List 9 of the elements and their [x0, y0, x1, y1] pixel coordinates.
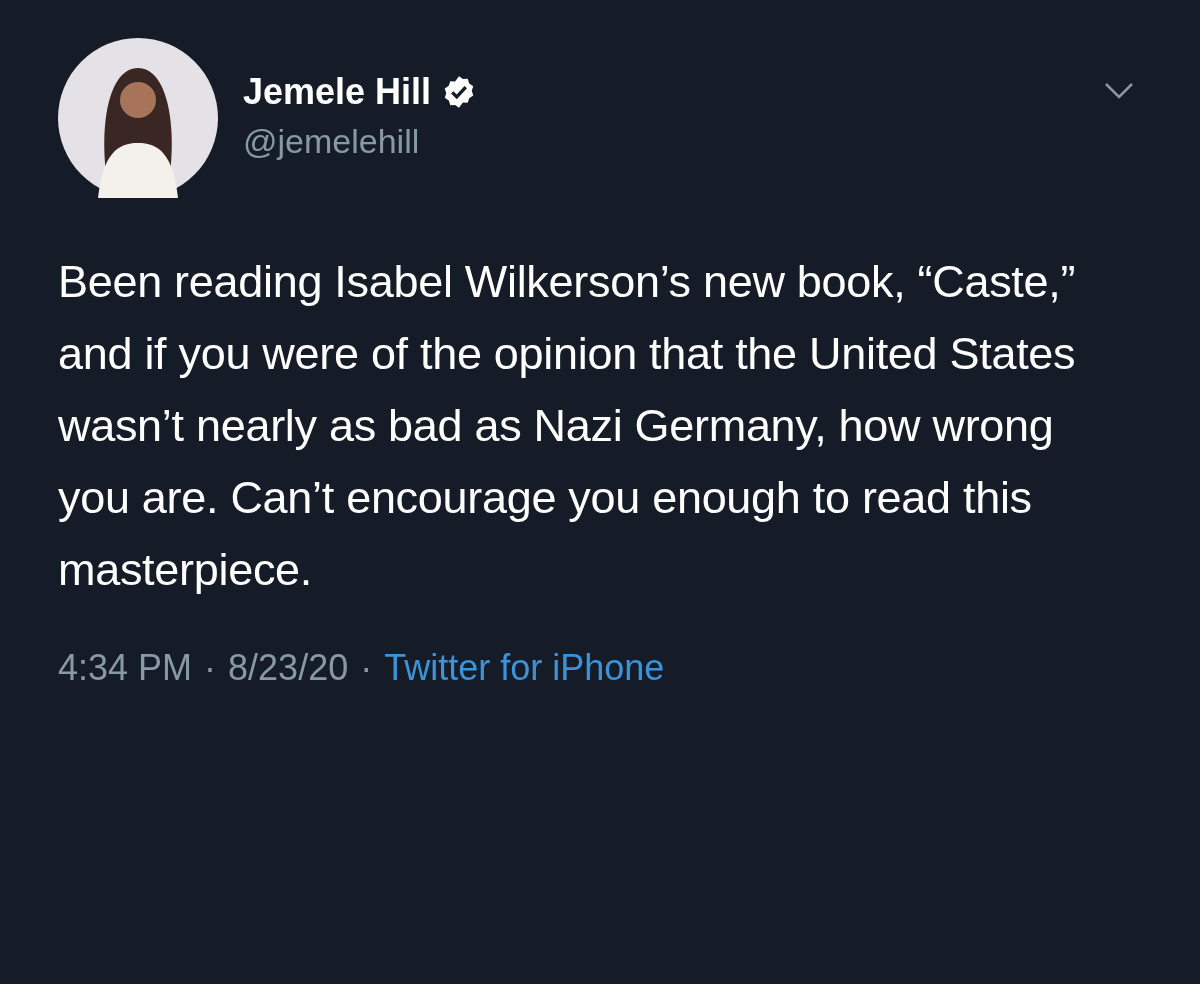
author-name[interactable]: Jemele Hill: [243, 70, 432, 114]
timestamp: 8/23/20: [228, 646, 349, 690]
author-handle[interactable]: @jemelehill: [243, 120, 1079, 162]
tweet-text: Been reading Isabel Wilkerson’s new book, “Caste,” and if you were of the opinion that the United States wasn’t nearly as bad as Nazi Germany, how wrong you are. Can’t encourage you enough to read this masterpiece.: [58, 255, 1077, 597]
separator: ·: [204, 646, 217, 690]
chevron-down-icon[interactable]: [1104, 82, 1134, 100]
separator: ·: [360, 646, 373, 690]
source-link[interactable]: Twitter for iPhone: [384, 646, 665, 690]
timestamp: 4:34 PM: [58, 646, 193, 690]
